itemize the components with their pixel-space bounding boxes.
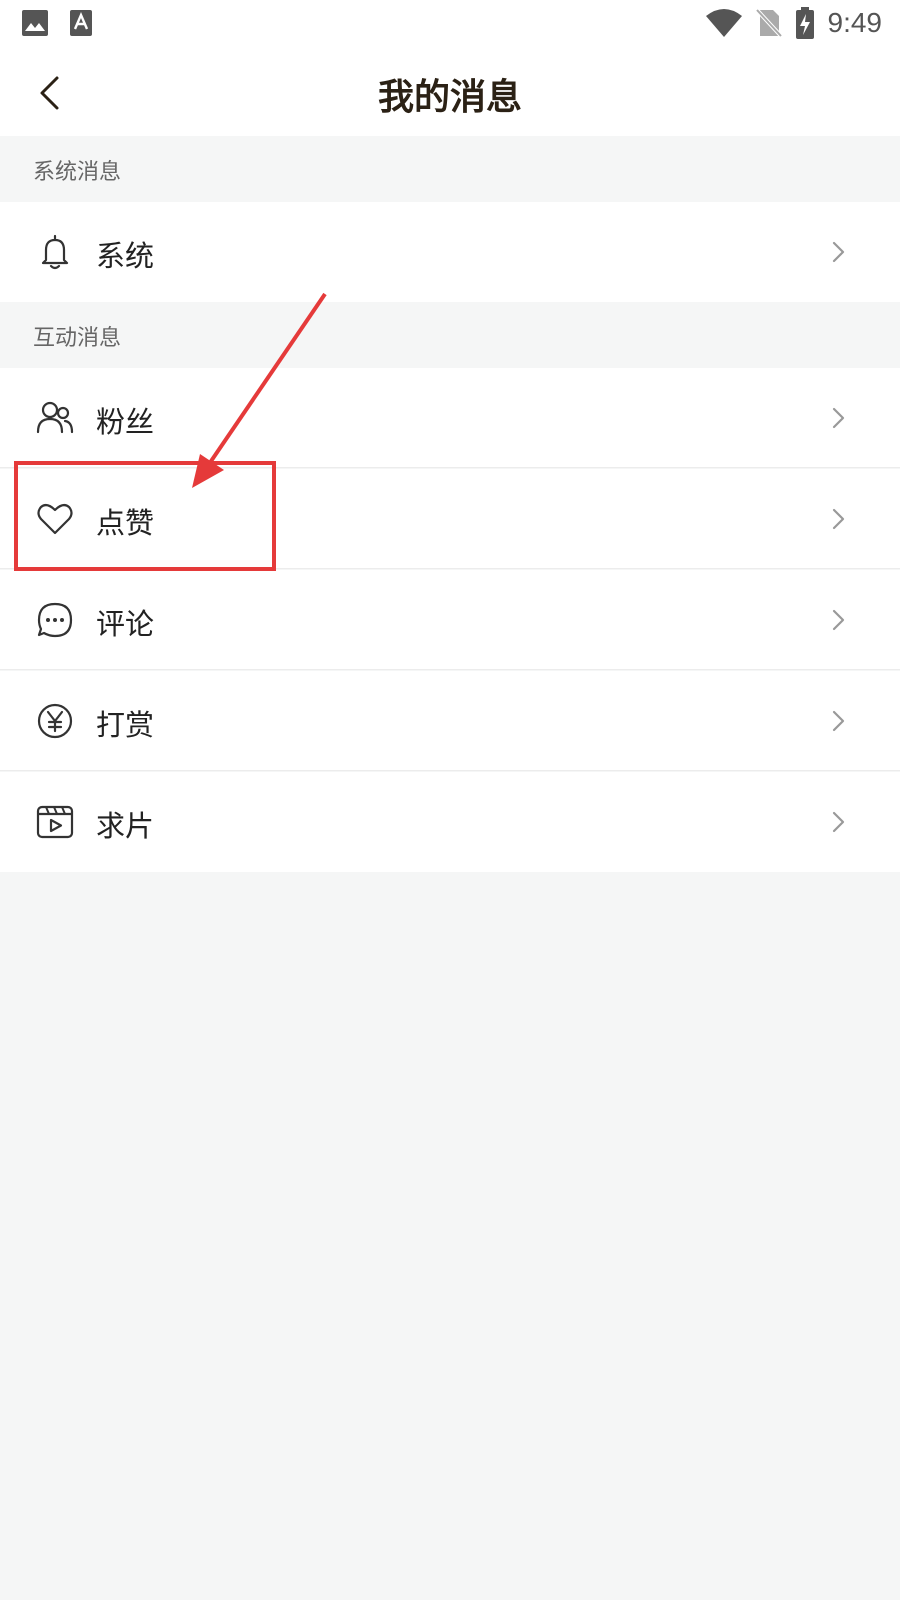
app-header: 我的消息 [0, 50, 900, 136]
menu-item-comments[interactable]: 评论 [0, 570, 900, 670]
menu-item-label: 评论 [96, 607, 155, 641]
chevron-right-icon [832, 508, 845, 530]
section-title: 系统消息 [33, 160, 122, 185]
highlight-box [14, 461, 276, 571]
page-title: 我的消息 [377, 77, 522, 118]
status-bar-notifications [22, 10, 92, 36]
chevron-right-icon [832, 241, 845, 263]
battery-charging-icon [795, 7, 814, 39]
menu-item-label: 粉丝 [96, 405, 155, 439]
menu-item-video-request[interactable]: 求片 [0, 772, 900, 872]
fans-icon [36, 401, 74, 434]
status-bar: 9:49 [0, 0, 900, 50]
bell-icon [41, 234, 69, 270]
menu-item-tips[interactable]: 打赏 [0, 671, 900, 771]
wifi-icon [705, 9, 742, 37]
chevron-right-icon [832, 710, 845, 732]
comment-icon [37, 602, 73, 638]
a-notification-icon [70, 10, 92, 36]
chevron-right-icon [832, 609, 845, 631]
video-request-icon [36, 805, 74, 839]
section-header-interaction: 互动消息 [0, 302, 900, 368]
menu-item-system[interactable]: 系统 [0, 202, 900, 302]
section-header-system: 系统消息 [0, 136, 900, 202]
no-sim-icon [755, 8, 782, 38]
image-notification-icon [22, 10, 48, 36]
chevron-right-icon [832, 407, 845, 429]
menu-item-label: 打赏 [96, 708, 155, 742]
menu-item-label: 求片 [96, 809, 155, 843]
menu-item-fans[interactable]: 粉丝 [0, 368, 900, 468]
status-bar-time: 9:49 [827, 7, 883, 38]
section-title: 互动消息 [33, 326, 122, 351]
chevron-right-icon [832, 811, 845, 833]
status-bar-system: 9:49 [705, 7, 883, 39]
menu-item-label: 系统 [96, 239, 155, 273]
yen-icon [37, 703, 73, 739]
